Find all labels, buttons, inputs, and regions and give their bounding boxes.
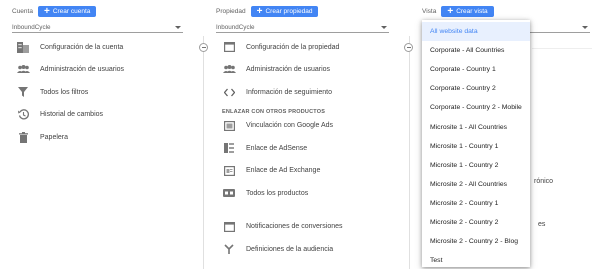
users-icon <box>222 64 236 76</box>
dropdown-option[interactable]: Corporate - Country 2 <box>422 79 530 98</box>
view-menu-separator <box>532 48 592 49</box>
linked-products-heading: ENLAZAR CON OTROS PRODUCTOS <box>222 108 326 115</box>
column-divider <box>409 36 410 269</box>
google-ads-link-label: Vinculación con Google Ads <box>246 122 334 130</box>
code-icon <box>222 86 236 98</box>
view-menu-partial-text-2: es <box>538 221 546 228</box>
plus-icon: + <box>43 5 50 17</box>
account-label: Cuenta <box>12 8 33 15</box>
audience-icon <box>222 243 236 255</box>
dropdown-option[interactable]: Microsite 1 - Country 1 <box>422 137 530 156</box>
dropdown-option[interactable]: Corporate - Country 1 <box>422 60 530 79</box>
adsense-link-item[interactable]: Enlace de AdSense <box>216 137 399 160</box>
dropdown-option[interactable]: Microsite 2 - All Countries <box>422 175 530 194</box>
account-selected: InboundCycle <box>12 23 51 31</box>
caret-down-icon <box>582 25 588 29</box>
create-property-label: Crear propiedad <box>265 8 313 15</box>
adsense-icon <box>222 142 236 154</box>
view-label: Vista <box>422 8 437 15</box>
view-menu-partial-text: rónico <box>534 178 554 185</box>
plus-icon: + <box>256 5 263 17</box>
account-column: Cuenta + Crear cuenta InboundCycle Confi… <box>0 0 193 269</box>
property-users-item[interactable]: Administración de usuarios <box>216 59 399 82</box>
filter-icon <box>16 86 30 98</box>
create-view-label: Crear vista <box>456 8 488 15</box>
property-label: Propiedad <box>216 8 246 15</box>
audience-definitions-label: Definiciones de la audiencia <box>246 245 334 253</box>
collapse-toggle-icon[interactable] <box>404 43 413 52</box>
google-ads-link-item[interactable]: Vinculación con Google Ads <box>216 115 399 138</box>
account-menu: Configuración de la cuenta Administració… <box>10 36 193 149</box>
account-header: Cuenta + Crear cuenta <box>12 5 97 17</box>
account-settings-label: Configuración de la cuenta <box>40 43 124 51</box>
property-users-label: Administración de usuarios <box>246 66 331 74</box>
change-history-item[interactable]: Historial de cambios <box>10 104 193 127</box>
conversion-notifications-item[interactable]: Notificaciones de conversiones <box>216 216 399 239</box>
trash-label: Papelera <box>40 133 69 141</box>
plus-icon: + <box>447 5 454 17</box>
dropdown-option[interactable]: All website data <box>422 22 530 42</box>
all-filters-label: Todos los filtros <box>40 88 89 96</box>
dropdown-option[interactable]: Microsite 2 - Country 1 <box>422 194 530 213</box>
collapse-toggle-icon[interactable] <box>199 43 208 52</box>
tracking-info-item[interactable]: Información de seguimiento <box>216 81 399 104</box>
conversion-notifications-label: Notificaciones de conversiones <box>246 223 343 231</box>
create-view-button[interactable]: + Crear vista <box>441 5 494 17</box>
dropdown-option[interactable]: Microsite 2 - Country 2 <box>422 213 530 232</box>
property-column: Propiedad + Crear propiedad InboundCycle… <box>208 0 399 269</box>
column-divider <box>203 36 204 269</box>
account-users-item[interactable]: Administración de usuarios <box>10 59 193 82</box>
property-header: Propiedad + Crear propiedad <box>216 5 319 17</box>
property-selector[interactable]: InboundCycle <box>216 22 389 33</box>
building-icon <box>16 41 30 53</box>
property-settings-item[interactable]: Configuración de la propiedad <box>216 36 399 59</box>
dropdown-option[interactable]: Corporate - Country 2 - Mobile <box>422 98 530 117</box>
change-history-label: Historial de cambios <box>40 111 104 119</box>
menu-spacer <box>216 205 399 216</box>
users-icon <box>16 64 30 76</box>
window-icon <box>222 221 236 233</box>
account-selector[interactable]: InboundCycle <box>12 22 183 33</box>
caret-down-icon <box>381 25 387 29</box>
dropdown-option[interactable]: Microsite 1 - Country 2 <box>422 156 530 175</box>
adsense-link-label: Enlace de AdSense <box>246 144 308 152</box>
all-products-label: Todos los productos <box>246 189 309 197</box>
account-settings-item[interactable]: Configuración de la cuenta <box>10 36 193 59</box>
adexchange-link-label: Enlace de Ad Exchange <box>246 167 321 175</box>
adexchange-link-item[interactable]: Enlace de Ad Exchange <box>216 160 399 183</box>
property-settings-label: Configuración de la propiedad <box>246 43 340 51</box>
products-icon <box>222 187 236 199</box>
create-account-button[interactable]: + Crear cuenta <box>37 5 97 17</box>
tracking-info-label: Información de seguimiento <box>246 88 332 96</box>
dropdown-option[interactable]: Microsite 2 - Country 2 - Blog <box>422 232 530 251</box>
trash-item[interactable]: Papelera <box>10 126 193 149</box>
property-menu: Configuración de la propiedad Administra… <box>216 36 399 261</box>
window-icon <box>222 41 236 53</box>
dropdown-option[interactable]: Test <box>422 251 530 269</box>
create-property-button[interactable]: + Crear propiedad <box>250 5 319 17</box>
dropdown-option[interactable]: Corporate - All Countries <box>422 41 530 60</box>
all-filters-item[interactable]: Todos los filtros <box>10 81 193 104</box>
dropdown-option[interactable]: Microsite 1 - All Countries <box>422 117 530 136</box>
history-icon <box>16 109 30 121</box>
trash-icon <box>16 131 30 143</box>
all-products-item[interactable]: Todos los productos <box>216 182 399 205</box>
account-users-label: Administración de usuarios <box>40 66 125 74</box>
audience-definitions-item[interactable]: Definiciones de la audiencia <box>216 238 399 261</box>
adexchange-icon <box>222 165 236 177</box>
create-account-label: Crear cuenta <box>52 8 91 15</box>
ads-icon <box>222 120 236 132</box>
view-dropdown-menu: All website data Corporate - All Countri… <box>422 20 530 267</box>
caret-down-icon <box>175 25 181 29</box>
property-selected: InboundCycle <box>216 23 255 31</box>
view-header: Vista + Crear vista <box>422 6 494 17</box>
